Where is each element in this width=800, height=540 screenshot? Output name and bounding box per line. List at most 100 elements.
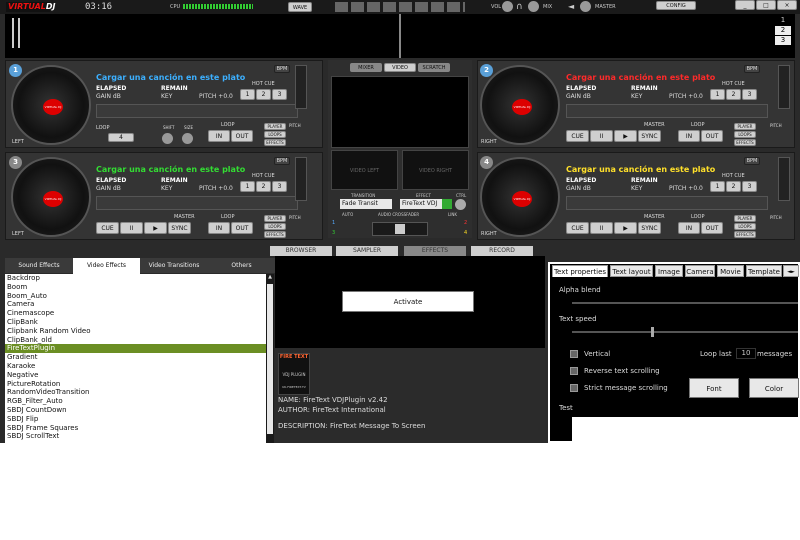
list-item[interactable]: SBDJ CountDown: [5, 406, 271, 415]
deck-3-bpm[interactable]: BPM: [274, 157, 290, 165]
tab-video[interactable]: VIDEO: [384, 63, 416, 72]
transition-select[interactable]: Fade Transit: [340, 199, 392, 209]
tab-sampler[interactable]: SAMPLER: [336, 246, 398, 256]
deck-3-cue-button[interactable]: CUE: [96, 222, 119, 234]
deck-4-pause-button[interactable]: II: [590, 222, 613, 234]
deck-3-player-tab[interactable]: PLAYER: [264, 215, 286, 222]
tab-camera[interactable]: Camera: [685, 265, 715, 277]
text-speed-handle[interactable]: [651, 327, 655, 337]
deck-4-pitch-slider[interactable]: [778, 157, 790, 201]
scroll-thumb[interactable]: [267, 284, 273, 434]
list-item[interactable]: Clipbank Random Video: [5, 327, 271, 336]
deck-3-loop-in[interactable]: IN: [208, 222, 230, 234]
deck-3-hotcue-3[interactable]: 3: [272, 181, 287, 192]
mix-knob[interactable]: [528, 1, 539, 12]
deck-4-hotcue-2[interactable]: 2: [726, 181, 741, 192]
config-button[interactable]: CONFIG: [656, 1, 696, 10]
deck-2-loop-out[interactable]: OUT: [701, 130, 723, 142]
tab-effects[interactable]: EFFECTS: [404, 246, 466, 256]
deck-3-sync-button[interactable]: SYNC: [168, 222, 191, 234]
deck-3-hotcue-2[interactable]: 2: [256, 181, 271, 192]
tab-image[interactable]: Image: [655, 265, 683, 277]
tab-video-effects[interactable]: Video Effects: [73, 258, 140, 274]
tab-sound-effects[interactable]: Sound Effects: [5, 258, 73, 273]
tab-movie[interactable]: Movie: [717, 265, 744, 277]
effects-list-scrollbar[interactable]: ▲: [266, 274, 274, 443]
deck-2-player-tab[interactable]: PLAYER: [734, 123, 756, 130]
deck-4-platter[interactable]: VIRTUAL DJ: [480, 157, 560, 237]
deck-1-shift-knob[interactable]: [162, 133, 173, 144]
deck-3-hotcue-1[interactable]: 1: [240, 181, 255, 192]
deck-2-cue-button[interactable]: CUE: [566, 130, 589, 142]
deck-3-play-button[interactable]: ▶: [144, 222, 167, 234]
deck-2-loop-in[interactable]: IN: [678, 130, 700, 142]
test-text-input[interactable]: [572, 417, 798, 441]
mix-num-4[interactable]: 4: [464, 230, 467, 236]
deck-4-hotcue-1[interactable]: 1: [710, 181, 725, 192]
tab-video-transitions[interactable]: Video Transitions: [140, 258, 208, 273]
loop-last-input[interactable]: 10: [736, 348, 756, 359]
tab-browser[interactable]: BROWSER: [270, 246, 332, 256]
font-button[interactable]: Font: [689, 378, 739, 398]
text-speed-slider[interactable]: [572, 327, 798, 337]
deck-4-bpm[interactable]: BPM: [744, 157, 760, 165]
tab-template[interactable]: Template: [746, 265, 782, 277]
activate-button[interactable]: Activate: [342, 291, 474, 312]
waveform-area[interactable]: 1 2 3: [5, 14, 795, 58]
list-item[interactable]: ClipBank_old: [5, 336, 271, 345]
deck-1-loop-in[interactable]: IN: [208, 130, 230, 142]
deck-2-loops-tab[interactable]: LOOPS: [734, 131, 756, 138]
deck-2-hotcue-3[interactable]: 3: [742, 89, 757, 100]
list-item[interactable]: Karaoke: [5, 362, 271, 371]
deck-2-pitch-slider[interactable]: [778, 65, 790, 109]
vertical-checkbox[interactable]: [570, 350, 578, 358]
list-item[interactable]: Negative: [5, 371, 271, 380]
deck-1-number[interactable]: 1: [9, 64, 22, 77]
deck-1-effects-tab[interactable]: EFFECTS: [264, 139, 286, 146]
deck-1-size-knob[interactable]: [182, 133, 193, 144]
toolbar-slots[interactable]: [335, 2, 465, 12]
deck-4-loops-tab[interactable]: LOOPS: [734, 223, 756, 230]
deck-2-hotcue-2[interactable]: 2: [726, 89, 741, 100]
restore-button[interactable]: □: [756, 0, 776, 10]
deck-4-play-button[interactable]: ▶: [614, 222, 637, 234]
crossfader-handle[interactable]: [395, 224, 405, 234]
deck-1-loop-out[interactable]: OUT: [231, 130, 253, 142]
minimize-button[interactable]: _: [735, 0, 755, 10]
list-item[interactable]: SBDJ Frame Squares: [5, 424, 271, 433]
wave-deck-selector[interactable]: 1 2 3: [775, 16, 791, 46]
list-item[interactable]: SBDJ ScrollText: [5, 432, 271, 441]
list-item[interactable]: Gradient: [5, 353, 271, 362]
wave-num-1[interactable]: 1: [775, 16, 791, 26]
deck-3-effects-tab[interactable]: EFFECTS: [264, 231, 286, 238]
deck-4-cue-button[interactable]: CUE: [566, 222, 589, 234]
list-item[interactable]: Camera: [5, 300, 271, 309]
effect-select[interactable]: FireText VDJ: [400, 199, 452, 209]
list-item[interactable]: ClipBank: [5, 318, 271, 327]
tab-scratch[interactable]: SCRATCH: [418, 63, 450, 72]
deck-2-pause-button[interactable]: II: [590, 130, 613, 142]
deck-3-loop-out[interactable]: OUT: [231, 222, 253, 234]
deck-1-hotcue-3[interactable]: 3: [272, 89, 287, 100]
deck-1-player-tab[interactable]: PLAYER: [264, 123, 286, 130]
strict-scrolling-checkbox[interactable]: [570, 384, 578, 392]
list-item[interactable]: Boom: [5, 283, 271, 292]
list-item[interactable]: RGB_Filter_Auto: [5, 397, 271, 406]
list-item[interactable]: PictureRotation: [5, 380, 271, 389]
deck-3-pause-button[interactable]: II: [120, 222, 143, 234]
wave-num-2[interactable]: 2: [775, 26, 791, 35]
vol-knob[interactable]: [502, 1, 513, 12]
deck-1-loops-tab[interactable]: LOOPS: [264, 131, 286, 138]
deck-2-platter[interactable]: VIRTUAL DJ: [480, 65, 560, 145]
mix-num-2[interactable]: 2: [464, 220, 467, 226]
deck-4-number[interactable]: 4: [480, 156, 493, 169]
list-item[interactable]: Boom_Auto: [5, 292, 271, 301]
deck-1-loop-size[interactable]: 4: [108, 133, 134, 142]
deck-1-hotcue-1[interactable]: 1: [240, 89, 255, 100]
close-button[interactable]: ×: [777, 0, 797, 10]
list-item[interactable]: SBDJ Flip: [5, 415, 271, 424]
deck-2-number[interactable]: 2: [480, 64, 493, 77]
list-item[interactable]: Cinemascope: [5, 309, 271, 318]
deck-2-play-button[interactable]: ▶: [614, 130, 637, 142]
alpha-blend-slider[interactable]: [572, 302, 798, 304]
